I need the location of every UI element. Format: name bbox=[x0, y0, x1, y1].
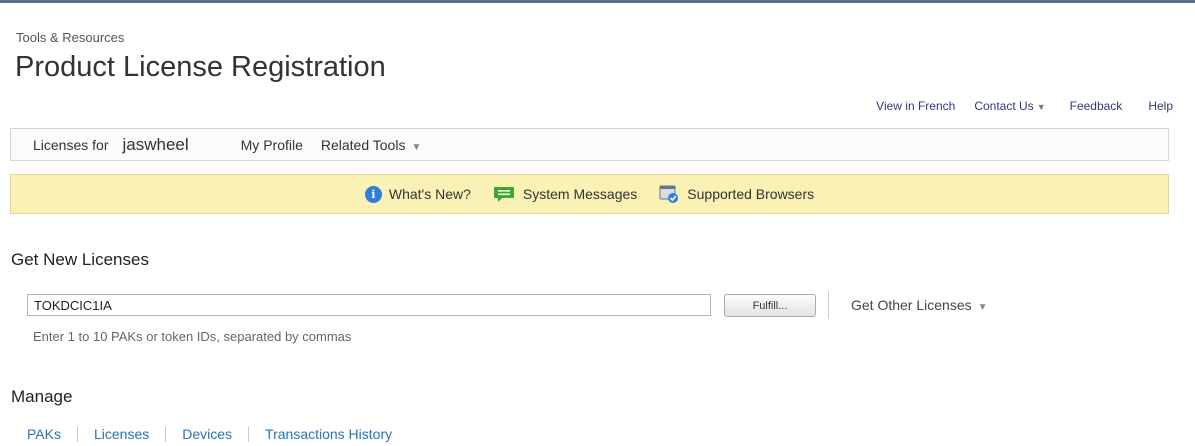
top-accent-bar bbox=[0, 0, 1195, 3]
fulfill-button[interactable]: Fulfill... bbox=[724, 294, 816, 317]
notice-banner: i What's New? System Messages Supported … bbox=[10, 174, 1169, 214]
help-link[interactable]: Help bbox=[1148, 99, 1173, 113]
chevron-down-icon: ▼ bbox=[1036, 102, 1046, 112]
feedback-link[interactable]: Feedback bbox=[1070, 99, 1123, 113]
supported-browsers-label: Supported Browsers bbox=[687, 186, 815, 202]
devices-link[interactable]: Devices bbox=[182, 426, 232, 442]
info-icon: i bbox=[364, 185, 382, 203]
divider bbox=[248, 426, 250, 442]
get-other-licenses-menu[interactable]: Get Other Licenses ▼ bbox=[851, 297, 988, 313]
divider bbox=[165, 426, 167, 442]
contact-us-label: Contact Us bbox=[974, 99, 1034, 113]
paks-link[interactable]: PAKs bbox=[27, 426, 61, 442]
related-tools-menu[interactable]: Related Tools ▼ bbox=[321, 137, 421, 153]
whats-new-link[interactable]: i What's New? bbox=[364, 185, 471, 203]
related-tools-label: Related Tools bbox=[320, 136, 406, 153]
pak-token-input[interactable] bbox=[27, 294, 711, 316]
browser-check-icon bbox=[659, 185, 679, 203]
get-other-licenses-label: Get Other Licenses bbox=[851, 297, 972, 313]
divider bbox=[828, 291, 829, 319]
system-messages-label: System Messages bbox=[522, 186, 638, 202]
supported-browsers-link[interactable]: Supported Browsers bbox=[659, 184, 814, 204]
manage-links: PAKs Licenses Devices Transactions Histo… bbox=[27, 426, 392, 442]
whats-new-label: What's New? bbox=[388, 186, 471, 202]
breadcrumb[interactable]: Tools & Resources bbox=[16, 30, 124, 45]
account-navbar: Licenses for jaswheel My Profile Related… bbox=[10, 128, 1169, 161]
my-profile-link[interactable]: My Profile bbox=[241, 137, 303, 153]
system-messages-link[interactable]: System Messages bbox=[493, 186, 637, 203]
contact-us-link[interactable]: Contact Us ▼ bbox=[974, 99, 1045, 113]
page-title: Product License Registration bbox=[15, 51, 386, 83]
pak-input-hint: Enter 1 to 10 PAKs or token IDs, separat… bbox=[33, 329, 352, 344]
message-icon bbox=[493, 186, 514, 202]
manage-heading: Manage bbox=[11, 387, 73, 406]
chevron-down-icon: ▼ bbox=[977, 302, 988, 313]
licenses-link[interactable]: Licenses bbox=[94, 426, 149, 442]
divider bbox=[76, 426, 78, 442]
licenses-for-label: Licenses for bbox=[33, 136, 109, 153]
chevron-down-icon: ▼ bbox=[411, 141, 422, 153]
get-new-licenses-heading: Get New Licenses bbox=[11, 250, 149, 269]
view-in-french-link[interactable]: View in French bbox=[876, 99, 955, 113]
utility-links: View in French Contact Us ▼ Feedback Help bbox=[876, 99, 1173, 113]
transactions-history-link[interactable]: Transactions History bbox=[265, 426, 392, 442]
username: jaswheel bbox=[122, 134, 189, 154]
